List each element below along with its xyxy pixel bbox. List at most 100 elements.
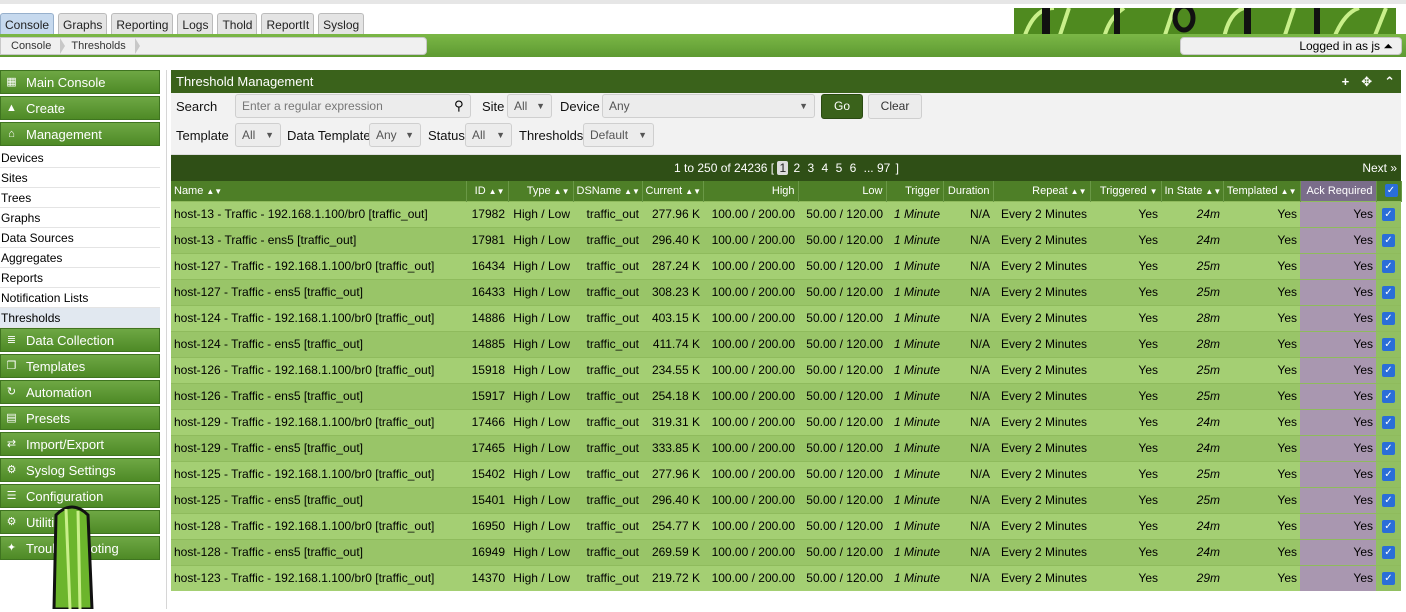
checkbox-icon[interactable]: ✓ xyxy=(1382,260,1395,274)
sidebar-item-trees[interactable]: Trees xyxy=(0,188,160,208)
row-select-cell[interactable]: ✓ xyxy=(1376,408,1401,435)
thresholds-select[interactable]: Default ▼ xyxy=(583,123,654,147)
row-select-cell[interactable]: ✓ xyxy=(1376,434,1401,461)
add-icon[interactable]: + xyxy=(1342,70,1350,93)
breadcrumb-console[interactable]: Console xyxy=(1,38,66,54)
row-select-cell[interactable]: ✓ xyxy=(1376,278,1401,305)
table-row[interactable]: host-125 - Traffic - ens5 [traffic_out] 1… xyxy=(171,486,1401,513)
row-select-cell[interactable]: ✓ xyxy=(1376,486,1401,513)
checkbox-icon[interactable]: ✓ xyxy=(1382,416,1395,430)
row-select-cell[interactable]: ✓ xyxy=(1376,330,1401,357)
cell-name[interactable]: host-126 - Traffic - 192.168.1.100/br0 [… xyxy=(171,356,466,383)
table-row[interactable]: host-127 - Traffic - 192.168.1.100/br0 [… xyxy=(171,252,1401,279)
column-header[interactable]: Current ▲▼ xyxy=(642,181,704,201)
checkbox-icon[interactable]: ✓ xyxy=(1382,338,1395,352)
table-row[interactable]: host-129 - Traffic - ens5 [traffic_out] 1… xyxy=(171,434,1401,461)
page-link[interactable]: 2 xyxy=(791,161,802,175)
row-select-cell[interactable]: ✓ xyxy=(1376,512,1401,539)
checkbox-icon[interactable]: ✓ xyxy=(1382,572,1395,586)
cell-name[interactable]: host-129 - Traffic - 192.168.1.100/br0 [… xyxy=(171,408,466,435)
column-header[interactable]: Type ▲▼ xyxy=(508,181,574,201)
checkbox-icon[interactable]: ✓ xyxy=(1382,468,1395,482)
breadcrumb-thresholds[interactable]: Thresholds xyxy=(61,38,141,54)
sidebar-item-thresholds[interactable]: Thresholds xyxy=(0,308,160,328)
cell-name[interactable]: host-125 - Traffic - 192.168.1.100/br0 [… xyxy=(171,460,466,487)
column-header[interactable]: Repeat ▲▼ xyxy=(993,181,1091,201)
checkbox-icon[interactable]: ✓ xyxy=(1382,364,1395,378)
column-header[interactable]: Name ▲▼ xyxy=(171,181,467,201)
collapse-icon[interactable]: ⌃ xyxy=(1384,70,1395,93)
row-select-cell[interactable]: ✓ xyxy=(1376,304,1401,331)
table-row[interactable]: host-126 - Traffic - ens5 [traffic_out] 1… xyxy=(171,382,1401,409)
template-select[interactable]: All ▼ xyxy=(235,123,281,147)
row-select-cell[interactable]: ✓ xyxy=(1376,382,1401,409)
page-link[interactable]: 4 xyxy=(820,161,831,175)
sidebar-item-reports[interactable]: Reports xyxy=(0,268,160,288)
cell-name[interactable]: host-126 - Traffic - ens5 [traffic_out] xyxy=(171,382,466,409)
table-row[interactable]: host-123 - Traffic - 192.168.1.100/br0 [… xyxy=(171,564,1401,591)
table-row[interactable]: host-127 - Traffic - ens5 [traffic_out] 1… xyxy=(171,278,1401,305)
sidebar-menu-syslog-settings[interactable]: ⚙ Syslog Settings xyxy=(0,458,160,482)
sidebar-menu-templates[interactable]: ❐ Templates xyxy=(0,354,160,378)
checkbox-icon[interactable]: ✓ xyxy=(1382,390,1395,404)
cell-name[interactable]: host-129 - Traffic - ens5 [traffic_out] xyxy=(171,434,466,461)
sidebar-menu-management[interactable]: ⌂ Management xyxy=(0,122,160,146)
site-select[interactable]: All ▼ xyxy=(507,94,552,118)
row-select-cell[interactable]: ✓ xyxy=(1376,226,1401,253)
page-link[interactable]: 5 xyxy=(834,161,845,175)
checkbox-icon[interactable]: ✓ xyxy=(1382,494,1395,508)
checkbox-icon[interactable]: ✓ xyxy=(1382,208,1395,222)
go-button[interactable]: Go xyxy=(821,94,863,119)
cell-name[interactable]: host-124 - Traffic - ens5 [traffic_out] xyxy=(171,330,466,357)
row-select-cell[interactable]: ✓ xyxy=(1376,356,1401,383)
status-select[interactable]: All ▼ xyxy=(465,123,512,147)
sidebar-item-graphs[interactable]: Graphs xyxy=(0,208,160,228)
column-header[interactable]: Templated ▲▼ xyxy=(1223,181,1301,201)
column-header[interactable]: DSName ▲▼ xyxy=(573,181,643,201)
search-input[interactable]: Enter a regular expression xyxy=(235,94,471,118)
cell-name[interactable]: host-124 - Traffic - 192.168.1.100/br0 [… xyxy=(171,304,466,331)
table-row[interactable]: host-13 - Traffic - ens5 [traffic_out] 17… xyxy=(171,226,1401,253)
select-all-header[interactable]: ✓ xyxy=(1376,181,1402,201)
checkbox-icon[interactable]: ✓ xyxy=(1382,234,1395,248)
column-header[interactable]: Low xyxy=(798,181,887,201)
next-page-link[interactable]: Next » xyxy=(1362,161,1397,175)
column-header[interactable]: High xyxy=(703,181,799,201)
clear-button[interactable]: Clear xyxy=(868,94,922,119)
sidebar-item-aggregates[interactable]: Aggregates xyxy=(0,248,160,268)
column-header[interactable]: Ack Required xyxy=(1300,181,1377,201)
sidebar-item-devices[interactable]: Devices xyxy=(0,148,160,168)
row-select-cell[interactable]: ✓ xyxy=(1376,538,1401,565)
sidebar-item-notification-lists[interactable]: Notification Lists xyxy=(0,288,160,308)
column-header[interactable]: Trigger xyxy=(886,181,944,201)
checkbox-icon[interactable]: ✓ xyxy=(1382,546,1395,560)
checkbox-icon[interactable]: ✓ xyxy=(1382,312,1395,326)
row-select-cell[interactable]: ✓ xyxy=(1376,252,1401,279)
table-row[interactable]: host-124 - Traffic - ens5 [traffic_out] 1… xyxy=(171,330,1401,357)
user-menu[interactable]: Logged in as js ⏶ xyxy=(1180,37,1402,55)
row-select-cell[interactable]: ✓ xyxy=(1376,200,1401,227)
row-select-cell[interactable]: ✓ xyxy=(1376,460,1401,487)
sidebar-menu-main-console[interactable]: ▦ Main Console xyxy=(0,70,160,94)
sidebar-menu-create[interactable]: ▲ Create xyxy=(0,96,160,120)
cell-name[interactable]: host-125 - Traffic - ens5 [traffic_out] xyxy=(171,486,466,513)
device-select[interactable]: Any ▼ xyxy=(602,94,815,118)
row-select-cell[interactable]: ✓ xyxy=(1376,564,1401,591)
sidebar-menu-automation[interactable]: ↻ Automation xyxy=(0,380,160,404)
table-row[interactable]: host-13 - Traffic - 192.168.1.100/br0 [t… xyxy=(171,200,1401,227)
column-header[interactable]: Duration xyxy=(943,181,994,201)
page-link[interactable]: 3 xyxy=(806,161,817,175)
column-header[interactable]: In State ▲▼ xyxy=(1161,181,1224,201)
cell-name[interactable]: host-127 - Traffic - 192.168.1.100/br0 [… xyxy=(171,252,466,279)
sidebar-menu-presets[interactable]: ▤ Presets xyxy=(0,406,160,430)
table-row[interactable]: host-129 - Traffic - 192.168.1.100/br0 [… xyxy=(171,408,1401,435)
cell-name[interactable]: host-13 - Traffic - ens5 [traffic_out] xyxy=(171,226,466,253)
checkbox-icon[interactable]: ✓ xyxy=(1382,286,1395,300)
compress-icon[interactable]: ✥ xyxy=(1361,70,1372,93)
checkbox-icon[interactable]: ✓ xyxy=(1382,442,1395,456)
table-row[interactable]: host-124 - Traffic - 192.168.1.100/br0 [… xyxy=(171,304,1401,331)
checkbox-icon[interactable]: ✓ xyxy=(1382,520,1395,534)
sidebar-item-sites[interactable]: Sites xyxy=(0,168,160,188)
table-row[interactable]: host-125 - Traffic - 192.168.1.100/br0 [… xyxy=(171,460,1401,487)
checkbox-icon[interactable]: ✓ xyxy=(1384,184,1398,198)
